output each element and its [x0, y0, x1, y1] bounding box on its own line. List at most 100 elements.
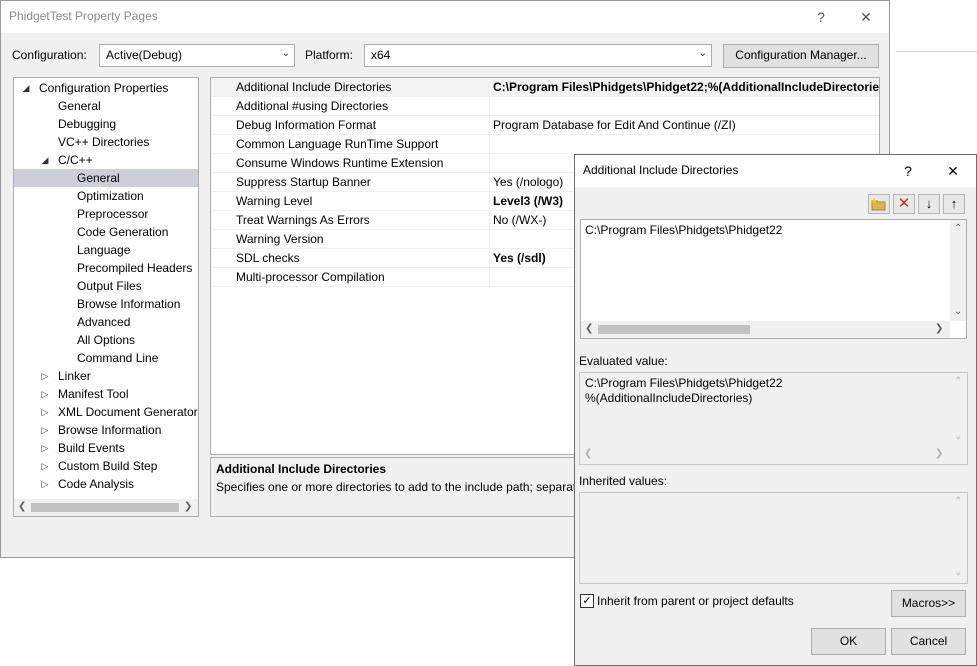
tree-item[interactable]: ▷ Build Events — [14, 439, 198, 457]
scrollbar-thumb[interactable] — [31, 503, 179, 512]
evaluated-vertical-scrollbar[interactable]: ⌃ ⌄ — [950, 373, 967, 446]
tree-item[interactable]: Code Generation — [14, 223, 198, 241]
property-name: SDL checks — [236, 251, 300, 265]
platform-dropdown[interactable]: x64 ⌄ — [364, 44, 712, 67]
property-value[interactable]: Program Database for Edit And Continue (… — [493, 118, 736, 132]
property-value[interactable]: Level3 (/W3) — [493, 194, 563, 208]
dialog-close-button[interactable]: ✕ — [941, 161, 965, 181]
property-name: Warning Level — [236, 194, 313, 208]
ok-button[interactable]: OK — [811, 628, 886, 655]
inherit-checkbox[interactable]: ✓ — [580, 594, 594, 608]
property-row[interactable]: Additional #using Directories — [211, 97, 879, 116]
configuration-dropdown[interactable]: Active(Debug) ⌄ — [99, 44, 295, 67]
property-row[interactable]: Debug Information Format Program Database… — [211, 116, 879, 135]
directories-list[interactable]: C:\Program Files\Phidgets\Phidget22 ⌃ ⌄ … — [580, 219, 967, 339]
tree-item[interactable]: ▷ Browse Information — [14, 421, 198, 439]
delete-icon: ✕ — [897, 195, 911, 212]
tree-item[interactable]: General — [14, 169, 198, 187]
tree-item-label: Precompiled Headers — [77, 261, 193, 275]
move-up-button[interactable]: ↑ — [943, 194, 965, 214]
property-row[interactable]: Additional Include Directories C:\Program… — [211, 78, 879, 97]
tree-item[interactable]: ◢ Configuration Properties — [14, 79, 198, 97]
additional-include-directories-dialog: Additional Include Directories ? ✕ ✕ ↓ ↑… — [574, 154, 977, 666]
evaluated-horizontal-scrollbar[interactable]: ❮ ❯ — [580, 446, 950, 463]
expanded-arrow-icon[interactable]: ◢ — [40, 151, 50, 169]
property-value[interactable]: C:\Program Files\Phidgets\Phidget22;%(Ad… — [493, 80, 879, 94]
collapsed-arrow-icon[interactable]: ▷ — [40, 439, 50, 457]
tree-item[interactable]: Command Line — [14, 349, 198, 367]
move-down-button[interactable]: ↓ — [918, 194, 940, 214]
property-tree[interactable]: ◢ Configuration Properties General Debuggin… — [13, 77, 199, 517]
tree-item[interactable]: Output Files — [14, 277, 198, 295]
property-value[interactable]: Yes (/sdl) — [493, 251, 546, 265]
inherit-checkbox-label[interactable]: Inherit from parent or project defaults — [597, 594, 794, 608]
tree-item[interactable]: Optimization — [14, 187, 198, 205]
list-horizontal-scrollbar[interactable]: ❮ ❯ — [581, 321, 950, 338]
list-vertical-scrollbar[interactable]: ⌃ ⌄ — [950, 220, 966, 321]
property-value[interactable]: No (/WX-) — [493, 213, 546, 227]
scroll-left-icon[interactable]: ❮ — [18, 501, 26, 512]
property-name: Multi-processor Compilation — [236, 270, 385, 284]
tree-item[interactable]: Debugging — [14, 115, 198, 133]
macros-button[interactable]: Macros>> — [891, 590, 966, 617]
inherited-vertical-scrollbar[interactable]: ⌃ ⌄ — [950, 493, 967, 583]
scroll-up-icon[interactable]: ⌃ — [954, 223, 962, 234]
collapsed-arrow-icon[interactable]: ▷ — [40, 367, 50, 385]
tree-item[interactable]: ◢ C/C++ — [14, 151, 198, 169]
scroll-right-icon[interactable]: ❯ — [935, 323, 943, 334]
tree-item[interactable]: Precompiled Headers — [14, 259, 198, 277]
tree-item[interactable]: ▷ Custom Build Step — [14, 457, 198, 475]
cancel-button[interactable]: Cancel — [891, 628, 966, 655]
tree-item[interactable]: VC++ Directories — [14, 133, 198, 151]
tree-item[interactable]: Advanced — [14, 313, 198, 331]
background-divider — [896, 51, 977, 52]
window-title: PhidgetTest Property Pages — [9, 9, 158, 23]
close-button[interactable]: ✕ — [854, 7, 878, 27]
property-row[interactable]: Common Language RunTime Support — [211, 135, 879, 154]
title-bar: PhidgetTest Property Pages ? ✕ — [1, 1, 889, 33]
collapsed-arrow-icon[interactable]: ▷ — [40, 475, 50, 493]
property-value[interactable]: Yes (/nologo) — [493, 175, 563, 189]
tree-horizontal-scrollbar[interactable]: ❮ ❯ — [14, 499, 198, 516]
property-name: Common Language RunTime Support — [236, 137, 439, 151]
tree-item[interactable]: ▷ Linker — [14, 367, 198, 385]
scroll-up-icon[interactable]: ⌃ — [954, 376, 962, 387]
help-button[interactable]: ? — [809, 7, 833, 27]
scroll-down-icon[interactable]: ⌄ — [954, 567, 962, 578]
scroll-left-icon[interactable]: ❮ — [584, 448, 592, 459]
tree-item-label: Optimization — [77, 189, 144, 203]
collapsed-arrow-icon[interactable]: ▷ — [40, 403, 50, 421]
dialog-help-button[interactable]: ? — [896, 161, 920, 181]
tree-item-label: General — [77, 171, 120, 185]
new-line-button[interactable] — [868, 194, 890, 214]
tree-item[interactable]: Language — [14, 241, 198, 259]
tree-item[interactable]: All Options — [14, 331, 198, 349]
scroll-left-icon[interactable]: ❮ — [585, 323, 593, 334]
delete-button[interactable]: ✕ — [893, 194, 915, 214]
tree-item-label: Configuration Properties — [39, 81, 169, 95]
scrollbar-thumb[interactable] — [598, 325, 750, 334]
inherited-values-label: Inherited values: — [579, 474, 668, 488]
tree-item[interactable]: ▷ XML Document Generator — [14, 403, 198, 421]
tree-item-label: All Options — [77, 333, 136, 347]
scroll-right-icon[interactable]: ❯ — [184, 501, 192, 512]
tree-item-label: Preprocessor — [77, 207, 149, 221]
directory-entry[interactable]: C:\Program Files\Phidgets\Phidget22 — [585, 223, 782, 237]
tree-item[interactable]: General — [14, 97, 198, 115]
expanded-arrow-icon[interactable]: ◢ — [21, 79, 31, 97]
tree-item[interactable]: ▷ Manifest Tool — [14, 385, 198, 403]
tree-item-label: Command Line — [77, 351, 159, 365]
tree-item[interactable]: ▷ Code Analysis — [14, 475, 198, 493]
collapsed-arrow-icon[interactable]: ▷ — [40, 457, 50, 475]
tree-item-label: Custom Build Step — [58, 459, 158, 473]
scroll-right-icon[interactable]: ❯ — [935, 448, 943, 459]
configuration-manager-button[interactable]: Configuration Manager... — [723, 44, 879, 68]
scroll-up-icon[interactable]: ⌃ — [954, 496, 962, 507]
scroll-down-icon[interactable]: ⌄ — [954, 431, 962, 442]
tree-item[interactable]: Preprocessor — [14, 205, 198, 223]
collapsed-arrow-icon[interactable]: ▷ — [40, 421, 50, 439]
property-name: Additional #using Directories — [236, 99, 389, 113]
collapsed-arrow-icon[interactable]: ▷ — [40, 385, 50, 403]
scroll-down-icon[interactable]: ⌄ — [954, 306, 962, 317]
tree-item[interactable]: Browse Information — [14, 295, 198, 313]
